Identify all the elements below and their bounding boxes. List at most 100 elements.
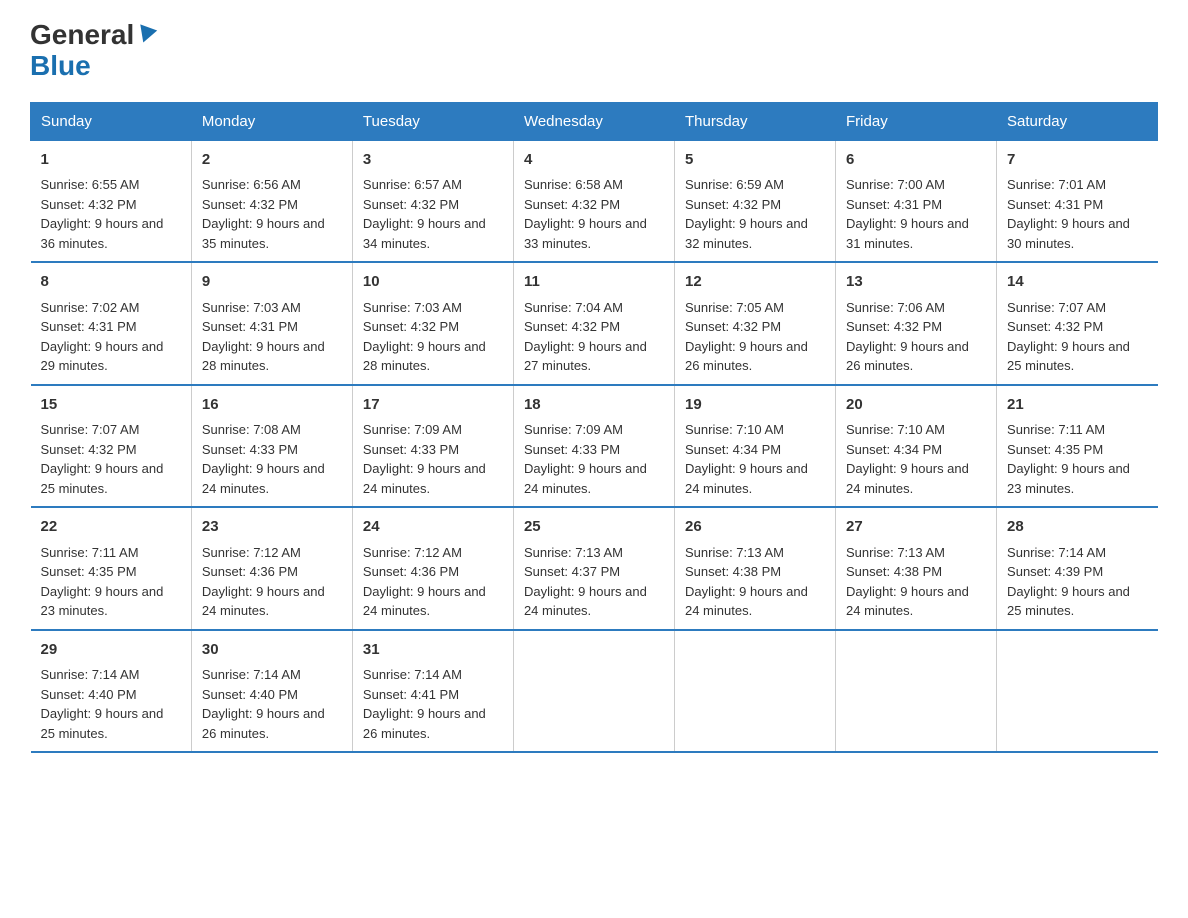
day-info: Sunrise: 7:14 AMSunset: 4:40 PMDaylight:… [41, 667, 164, 741]
day-info: Sunrise: 7:07 AMSunset: 4:32 PMDaylight:… [1007, 300, 1130, 374]
day-number: 17 [363, 394, 503, 417]
day-info: Sunrise: 7:03 AMSunset: 4:31 PMDaylight:… [202, 300, 325, 374]
day-number: 12 [685, 271, 825, 294]
day-number: 15 [41, 394, 181, 417]
day-info: Sunrise: 7:12 AMSunset: 4:36 PMDaylight:… [363, 545, 486, 619]
calendar-cell: 29 Sunrise: 7:14 AMSunset: 4:40 PMDayligh… [31, 630, 192, 753]
calendar-cell: 26 Sunrise: 7:13 AMSunset: 4:38 PMDayligh… [674, 507, 835, 630]
calendar-cell: 5Sunrise: 6:59 AMSunset: 4:32 PMDaylight… [674, 140, 835, 262]
day-number: 18 [524, 394, 664, 417]
day-info: Sunrise: 6:55 AMSunset: 4:32 PMDaylight:… [41, 177, 164, 251]
day-number: 13 [846, 271, 986, 294]
calendar-cell: 18 Sunrise: 7:09 AMSunset: 4:33 PMDayligh… [513, 385, 674, 508]
calendar-cell [836, 630, 997, 753]
calendar-cell: 30 Sunrise: 7:14 AMSunset: 4:40 PMDayligh… [191, 630, 352, 753]
day-info: Sunrise: 6:57 AMSunset: 4:32 PMDaylight:… [363, 177, 486, 251]
day-number: 6 [846, 149, 986, 172]
calendar-cell: 3Sunrise: 6:57 AMSunset: 4:32 PMDaylight… [352, 140, 513, 262]
calendar-cell: 24Sunrise: 7:12 AMSunset: 4:36 PMDayligh… [352, 507, 513, 630]
calendar-cell: 9 Sunrise: 7:03 AMSunset: 4:31 PMDaylight… [191, 262, 352, 385]
day-number: 20 [846, 394, 986, 417]
day-number: 27 [846, 516, 986, 539]
day-info: Sunrise: 6:56 AMSunset: 4:32 PMDaylight:… [202, 177, 325, 251]
day-info: Sunrise: 7:07 AMSunset: 4:32 PMDaylight:… [41, 422, 164, 496]
calendar-cell [513, 630, 674, 753]
day-number: 29 [41, 639, 181, 662]
day-number: 10 [363, 271, 503, 294]
day-info: Sunrise: 7:12 AMSunset: 4:36 PMDaylight:… [202, 545, 325, 619]
calendar-cell: 21 Sunrise: 7:11 AMSunset: 4:35 PMDayligh… [997, 385, 1158, 508]
calendar-cell: 25 Sunrise: 7:13 AMSunset: 4:37 PMDayligh… [513, 507, 674, 630]
calendar-cell: 23 Sunrise: 7:12 AMSunset: 4:36 PMDayligh… [191, 507, 352, 630]
day-info: Sunrise: 7:10 AMSunset: 4:34 PMDaylight:… [846, 422, 969, 496]
calendar-cell: 1Sunrise: 6:55 AMSunset: 4:32 PMDaylight… [31, 140, 192, 262]
calendar-cell: 6 Sunrise: 7:00 AMSunset: 4:31 PMDaylight… [836, 140, 997, 262]
calendar-cell: 20 Sunrise: 7:10 AMSunset: 4:34 PMDayligh… [836, 385, 997, 508]
day-number: 26 [685, 516, 825, 539]
calendar-week-row: 22Sunrise: 7:11 AMSunset: 4:35 PMDayligh… [31, 507, 1158, 630]
calendar-week-row: 29 Sunrise: 7:14 AMSunset: 4:40 PMDayligh… [31, 630, 1158, 753]
day-number: 31 [363, 639, 503, 662]
day-info: Sunrise: 7:14 AMSunset: 4:39 PMDaylight:… [1007, 545, 1130, 619]
day-info: Sunrise: 7:13 AMSunset: 4:38 PMDaylight:… [685, 545, 808, 619]
day-info: Sunrise: 7:05 AMSunset: 4:32 PMDaylight:… [685, 300, 808, 374]
day-number: 28 [1007, 516, 1147, 539]
header-tuesday: Tuesday [352, 102, 513, 140]
day-number: 9 [202, 271, 342, 294]
day-number: 4 [524, 149, 664, 172]
day-info: Sunrise: 7:04 AMSunset: 4:32 PMDaylight:… [524, 300, 647, 374]
logo: General Blue [30, 20, 155, 82]
day-info: Sunrise: 7:02 AMSunset: 4:31 PMDaylight:… [41, 300, 164, 374]
calendar-cell: 27 Sunrise: 7:13 AMSunset: 4:38 PMDayligh… [836, 507, 997, 630]
day-info: Sunrise: 7:09 AMSunset: 4:33 PMDaylight:… [363, 422, 486, 496]
day-info: Sunrise: 6:59 AMSunset: 4:32 PMDaylight:… [685, 177, 808, 251]
header-friday: Friday [836, 102, 997, 140]
day-number: 16 [202, 394, 342, 417]
calendar-cell: 17 Sunrise: 7:09 AMSunset: 4:33 PMDayligh… [352, 385, 513, 508]
logo-chevron-icon [135, 25, 157, 46]
day-number: 21 [1007, 394, 1147, 417]
day-number: 25 [524, 516, 664, 539]
calendar-cell: 14 Sunrise: 7:07 AMSunset: 4:32 PMDayligh… [997, 262, 1158, 385]
calendar-cell: 28 Sunrise: 7:14 AMSunset: 4:39 PMDayligh… [997, 507, 1158, 630]
day-number: 23 [202, 516, 342, 539]
day-info: Sunrise: 6:58 AMSunset: 4:32 PMDaylight:… [524, 177, 647, 251]
calendar-cell: 16Sunrise: 7:08 AMSunset: 4:33 PMDayligh… [191, 385, 352, 508]
calendar-cell: 4 Sunrise: 6:58 AMSunset: 4:32 PMDaylight… [513, 140, 674, 262]
header-thursday: Thursday [674, 102, 835, 140]
calendar-header-row: SundayMondayTuesdayWednesdayThursdayFrid… [31, 102, 1158, 140]
header-monday: Monday [191, 102, 352, 140]
calendar-cell [997, 630, 1158, 753]
calendar-cell: 2 Sunrise: 6:56 AMSunset: 4:32 PMDaylight… [191, 140, 352, 262]
day-info: Sunrise: 7:13 AMSunset: 4:37 PMDaylight:… [524, 545, 647, 619]
day-info: Sunrise: 7:11 AMSunset: 4:35 PMDaylight:… [1007, 422, 1130, 496]
day-info: Sunrise: 7:10 AMSunset: 4:34 PMDaylight:… [685, 422, 808, 496]
day-number: 30 [202, 639, 342, 662]
header-sunday: Sunday [31, 102, 192, 140]
calendar-cell: 8Sunrise: 7:02 AMSunset: 4:31 PMDaylight… [31, 262, 192, 385]
day-number: 14 [1007, 271, 1147, 294]
day-info: Sunrise: 7:01 AMSunset: 4:31 PMDaylight:… [1007, 177, 1130, 251]
calendar-cell: 19 Sunrise: 7:10 AMSunset: 4:34 PMDayligh… [674, 385, 835, 508]
day-number: 11 [524, 271, 664, 294]
day-info: Sunrise: 7:00 AMSunset: 4:31 PMDaylight:… [846, 177, 969, 251]
day-info: Sunrise: 7:14 AMSunset: 4:41 PMDaylight:… [363, 667, 486, 741]
calendar-cell: 7Sunrise: 7:01 AMSunset: 4:31 PMDaylight… [997, 140, 1158, 262]
header-wednesday: Wednesday [513, 102, 674, 140]
calendar-cell: 13 Sunrise: 7:06 AMSunset: 4:32 PMDayligh… [836, 262, 997, 385]
logo-general-text: General [30, 20, 134, 51]
day-info: Sunrise: 7:03 AMSunset: 4:32 PMDaylight:… [363, 300, 486, 374]
day-number: 19 [685, 394, 825, 417]
calendar-cell [674, 630, 835, 753]
day-info: Sunrise: 7:09 AMSunset: 4:33 PMDaylight:… [524, 422, 647, 496]
day-info: Sunrise: 7:06 AMSunset: 4:32 PMDaylight:… [846, 300, 969, 374]
calendar-cell: 15 Sunrise: 7:07 AMSunset: 4:32 PMDayligh… [31, 385, 192, 508]
calendar-table: SundayMondayTuesdayWednesdayThursdayFrid… [30, 102, 1158, 754]
header-saturday: Saturday [997, 102, 1158, 140]
day-info: Sunrise: 7:14 AMSunset: 4:40 PMDaylight:… [202, 667, 325, 741]
day-info: Sunrise: 7:13 AMSunset: 4:38 PMDaylight:… [846, 545, 969, 619]
calendar-week-row: 8Sunrise: 7:02 AMSunset: 4:31 PMDaylight… [31, 262, 1158, 385]
calendar-cell: 22Sunrise: 7:11 AMSunset: 4:35 PMDayligh… [31, 507, 192, 630]
day-number: 2 [202, 149, 342, 172]
day-number: 22 [41, 516, 181, 539]
